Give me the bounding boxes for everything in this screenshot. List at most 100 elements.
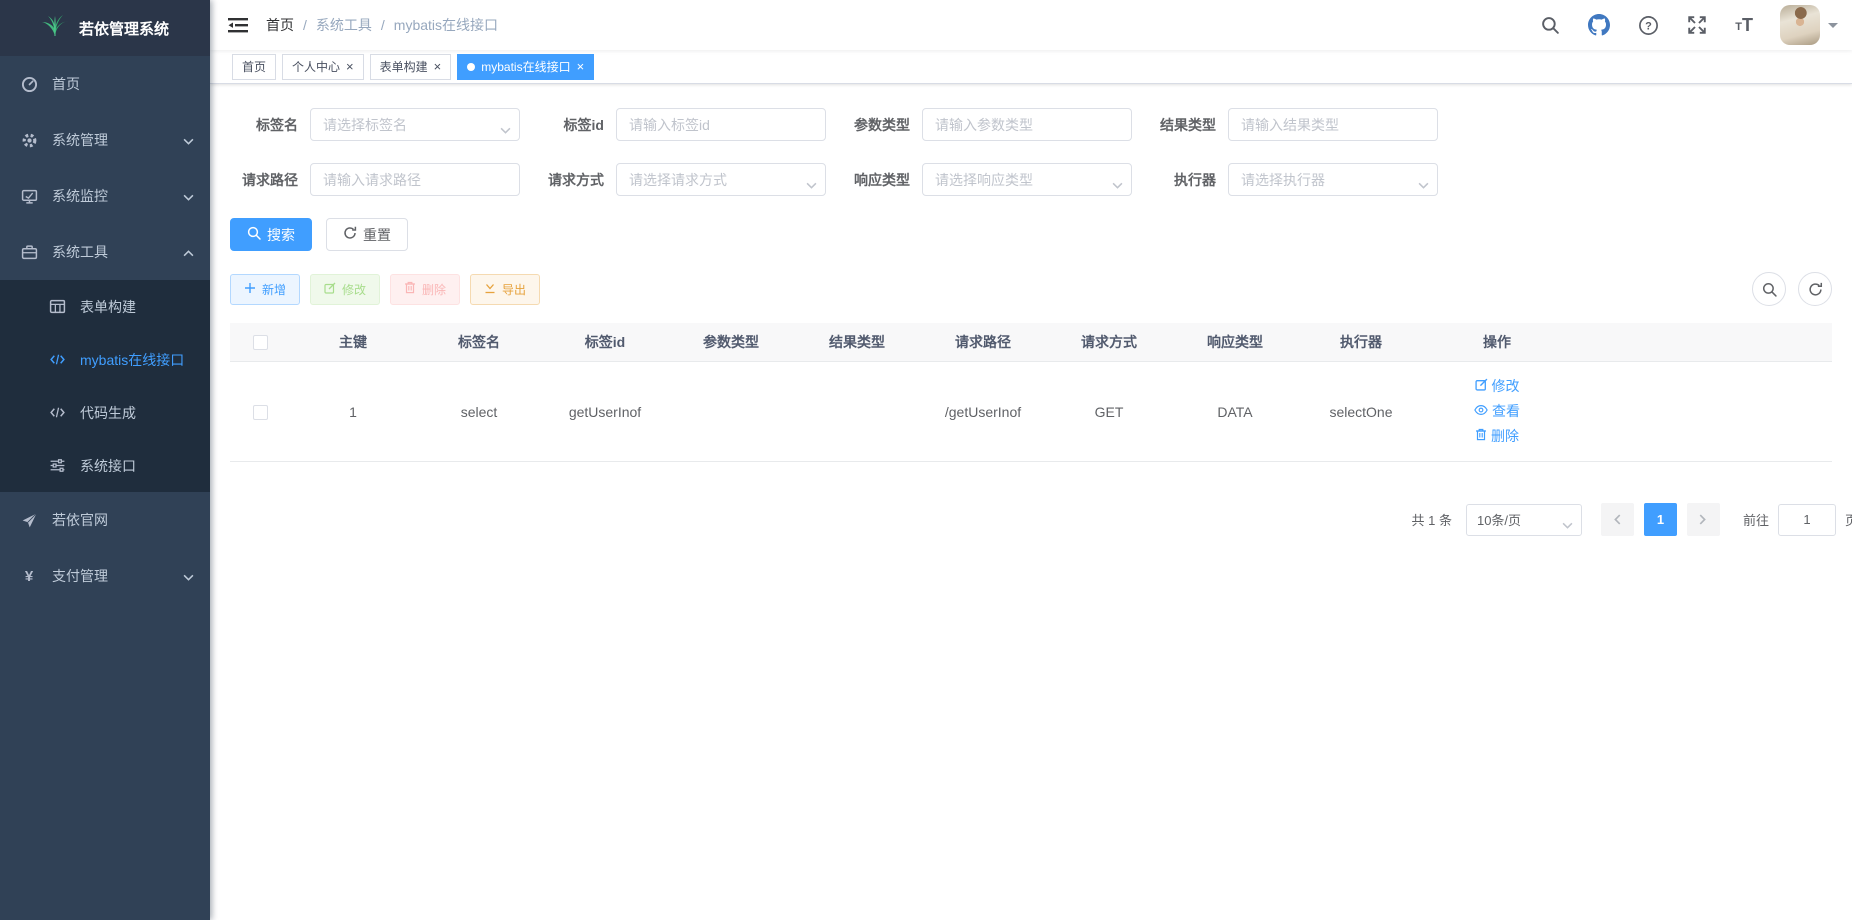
sidebar-item-system-api[interactable]: 系统接口 — [0, 439, 210, 492]
tag-id-input[interactable] — [616, 108, 826, 141]
cell-executor: selectOne — [1298, 362, 1424, 462]
tab-form-builder[interactable]: 表单构建 × — [370, 54, 452, 80]
filter-result-type: 结果类型 — [1148, 108, 1438, 141]
edit-button[interactable]: 修改 — [310, 274, 380, 305]
table-header-row: 主键 标签名 标签id 参数类型 结果类型 请求路径 请求方式 响应类型 执行器… — [230, 323, 1832, 362]
github-icon[interactable] — [1588, 14, 1610, 36]
request-method-select[interactable] — [616, 163, 826, 196]
sidebar-item-mybatis-api[interactable]: mybatis在线接口 — [0, 333, 210, 386]
sidebar-item-home[interactable]: 首页 — [0, 56, 210, 112]
select-all-checkbox[interactable] — [253, 335, 268, 350]
code-icon — [48, 351, 66, 369]
table-toolbar: 新增 修改 删除 导出 — [230, 272, 1832, 306]
col-header: 操作 — [1424, 323, 1570, 362]
cell-response-type: DATA — [1172, 362, 1298, 462]
tag-name-select[interactable] — [310, 108, 520, 141]
sidebar-item-payment-mgmt[interactable]: ¥ 支付管理 — [0, 548, 210, 604]
col-header: 主键 — [290, 323, 416, 362]
fullscreen-icon[interactable] — [1686, 14, 1708, 36]
monitor-icon — [20, 187, 38, 205]
breadcrumb-separator: / — [381, 17, 385, 33]
sidebar-item-ruoyi-website[interactable]: 若依官网 — [0, 492, 210, 548]
prev-page-button[interactable] — [1601, 503, 1634, 536]
export-button[interactable]: 导出 — [470, 274, 540, 305]
dashboard-icon — [20, 75, 38, 93]
goto-label: 前往 — [1743, 510, 1769, 529]
filter-row-2: 请求路径 请求方式 响应类型 — [230, 163, 1832, 196]
close-icon[interactable]: × — [434, 60, 442, 73]
param-type-input[interactable] — [922, 108, 1132, 141]
goto-page-input[interactable] — [1778, 504, 1836, 536]
filter-executor: 执行器 — [1148, 163, 1438, 196]
chevron-down-icon — [183, 188, 194, 204]
cell-path: /getUserInof — [920, 362, 1046, 462]
goto-page: 前往 页 — [1743, 504, 1852, 536]
tab-mybatis-api[interactable]: mybatis在线接口 × — [457, 54, 594, 80]
table-row: 1 select getUserInof /getUserInof GET DA… — [230, 362, 1832, 462]
toolbox-icon — [20, 243, 38, 261]
breadcrumb-current: mybatis在线接口 — [394, 15, 498, 35]
cell-tag-name: select — [416, 362, 542, 462]
font-size-icon[interactable]: TT — [1735, 15, 1753, 36]
page-size-select[interactable]: 10条/页 — [1466, 504, 1582, 536]
filter-row-1: 标签名 标签id 参数类型 结果类型 — [230, 108, 1832, 141]
page-number-1[interactable]: 1 — [1644, 503, 1677, 536]
top-navbar: 首页 / 系统工具 / mybatis在线接口 ? — [210, 0, 1852, 50]
result-type-input[interactable] — [1228, 108, 1438, 141]
sidebar-item-system-monitor[interactable]: 系统监控 — [0, 168, 210, 224]
show-search-toggle-button[interactable] — [1752, 272, 1786, 306]
tab-profile[interactable]: 个人中心 × — [282, 54, 364, 80]
refresh-table-button[interactable] — [1798, 272, 1832, 306]
sidebar-item-label: 系统接口 — [80, 456, 194, 476]
header-search-icon[interactable] — [1539, 14, 1561, 36]
tab-home[interactable]: 首页 — [232, 54, 276, 80]
row-delete-link[interactable]: 删除 — [1424, 424, 1570, 449]
app-logo[interactable]: 若依管理系统 — [0, 0, 210, 56]
sidebar-item-system-tools[interactable]: 系统工具 — [0, 224, 210, 280]
caret-down-icon — [1828, 23, 1838, 33]
close-icon[interactable]: × — [346, 60, 354, 73]
col-header: 标签id — [542, 323, 668, 362]
sidebar-item-label: 系统管理 — [52, 130, 183, 150]
cell-result-type — [794, 362, 920, 462]
user-menu[interactable] — [1780, 5, 1838, 45]
help-icon[interactable]: ? — [1637, 14, 1659, 36]
sidebar-item-system-mgmt[interactable]: 系统管理 — [0, 112, 210, 168]
col-header: 请求路径 — [920, 323, 1046, 362]
row-edit-link[interactable]: 修改 — [1424, 374, 1570, 399]
sliders-icon — [48, 457, 66, 475]
chevron-up-icon — [183, 244, 194, 260]
active-dot — [467, 63, 475, 71]
col-header: 标签名 — [416, 323, 542, 362]
delete-button[interactable]: 删除 — [390, 274, 460, 305]
add-button[interactable]: 新增 — [230, 274, 300, 305]
close-icon[interactable]: × — [577, 60, 585, 73]
sidebar-fold-icon[interactable] — [226, 13, 250, 37]
chevron-down-icon — [183, 132, 194, 148]
reset-button[interactable]: 重置 — [326, 218, 408, 251]
response-type-select[interactable] — [922, 163, 1132, 196]
cell-method: GET — [1046, 362, 1172, 462]
col-header: 响应类型 — [1172, 323, 1298, 362]
chevron-down-icon — [1562, 517, 1573, 532]
cell-key: 1 — [290, 362, 416, 462]
search-actions: 搜索 重置 — [230, 218, 1832, 251]
sidebar-item-label: mybatis在线接口 — [80, 350, 194, 370]
cell-param-type — [668, 362, 794, 462]
breadcrumb-item: 系统工具 — [316, 15, 372, 35]
sidebar-item-form-builder[interactable]: 表单构建 — [0, 280, 210, 333]
next-page-button[interactable] — [1687, 503, 1720, 536]
refresh-icon — [343, 226, 357, 243]
executor-select[interactable] — [1228, 163, 1438, 196]
request-path-input[interactable] — [310, 163, 520, 196]
search-button[interactable]: 搜索 — [230, 218, 312, 251]
cell-tag-id: getUserInof — [542, 362, 668, 462]
row-view-link[interactable]: 查看 — [1424, 399, 1570, 424]
sidebar-item-code-gen[interactable]: 代码生成 — [0, 386, 210, 439]
avatar[interactable] — [1780, 5, 1820, 45]
row-checkbox[interactable] — [253, 405, 268, 420]
sidebar-item-label: 系统工具 — [52, 242, 183, 262]
breadcrumb-home[interactable]: 首页 — [266, 15, 294, 35]
trash-icon — [1475, 424, 1487, 449]
filter-response-type: 响应类型 — [842, 163, 1132, 196]
